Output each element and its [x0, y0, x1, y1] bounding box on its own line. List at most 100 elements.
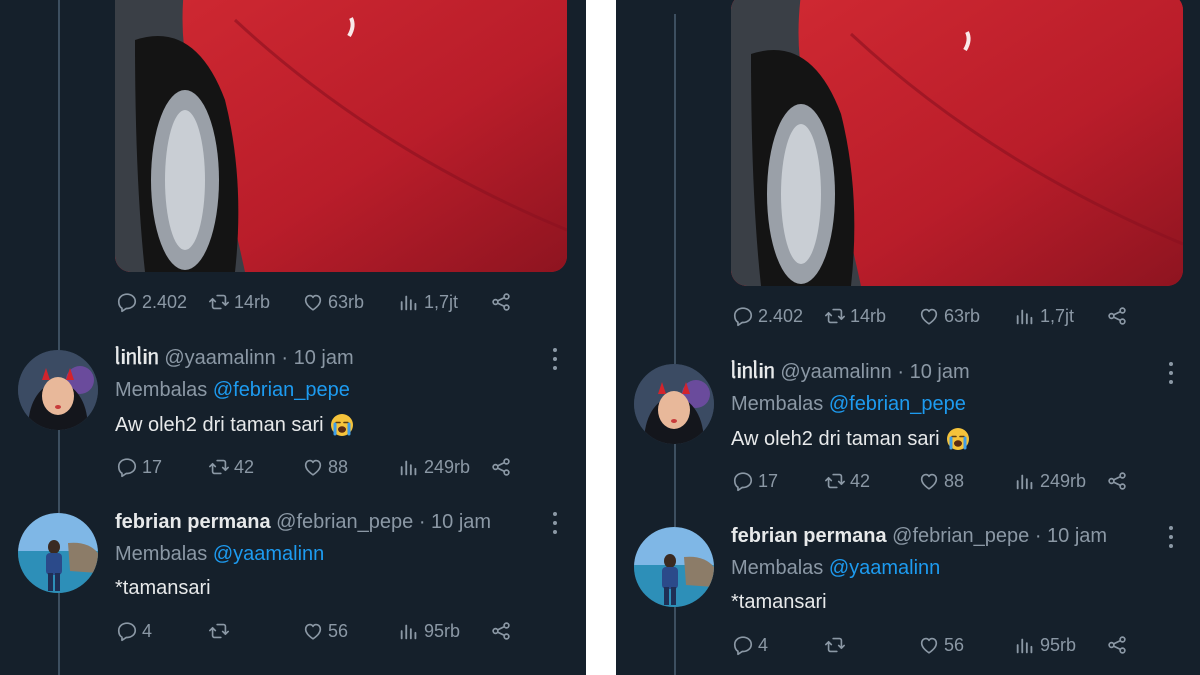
like-count: 56 [328, 620, 349, 641]
views-button[interactable]: 1,7jt [398, 290, 458, 314]
share-button[interactable] [1106, 469, 1128, 493]
views-button[interactable]: 1,7jt [1014, 304, 1074, 328]
views-button[interactable]: 95rb [398, 619, 460, 643]
timestamp[interactable]: 10 jam [1047, 525, 1107, 547]
screenshot-panel-right: 2.402 14rb 63rb 1,7jt ᥣіᥒᥣіᥒ @yaamalinn … [616, 0, 1200, 675]
more-options-button[interactable] [548, 348, 562, 370]
share-button[interactable] [490, 455, 512, 479]
views-button[interactable]: 249rb [1014, 469, 1086, 493]
reply-mention-link[interactable]: @yaamalinn [829, 557, 940, 579]
like-button[interactable]: 88 [302, 455, 348, 479]
handle[interactable]: @yaamalinn [164, 347, 275, 369]
reply-mention-link[interactable]: @febrian_pepe [213, 379, 350, 401]
more-options-button[interactable] [1164, 362, 1178, 384]
timestamp[interactable]: 10 jam [431, 511, 491, 533]
repost-icon [209, 294, 229, 310]
like-button[interactable]: 63rb [302, 290, 364, 314]
reply-mention-link[interactable]: @yaamalinn [213, 543, 324, 565]
more-options-button[interactable] [548, 512, 562, 534]
reply-icon [117, 458, 137, 478]
like-count: 88 [944, 470, 965, 491]
tweet-2-action-bar: 4 56 95rb [732, 633, 1136, 657]
reply-prefix: Membalas [115, 543, 208, 565]
reply-count: 17 [142, 456, 163, 477]
share-icon [1108, 636, 1126, 654]
tweet-1-text: Aw oleh2 dri taman sari [115, 413, 354, 437]
reply-count: 4 [142, 620, 153, 641]
separator-dot: · [1034, 525, 1042, 547]
views-count: 1,7jt [424, 291, 459, 312]
reply-button[interactable]: 2.402 [116, 290, 187, 314]
tweet-text: *tamansari [731, 591, 827, 613]
views-button[interactable]: 95rb [1014, 633, 1076, 657]
reply-button[interactable]: 2.402 [732, 304, 803, 328]
like-button[interactable]: 56 [918, 633, 964, 657]
avatar-febrian-pepe[interactable] [18, 513, 98, 593]
timestamp[interactable]: 10 jam [294, 347, 354, 369]
like-button[interactable]: 88 [918, 469, 964, 493]
more-icon [553, 348, 557, 352]
display-name[interactable]: febrian permana [115, 511, 271, 533]
reply-prefix: Membalas [731, 557, 824, 579]
views-icon [400, 460, 417, 476]
timestamp[interactable]: 10 jam [910, 361, 970, 383]
handle[interactable]: @febrian_pepe [276, 511, 413, 533]
share-button[interactable] [1106, 633, 1128, 657]
post-media-image[interactable] [115, 0, 567, 272]
reply-context: Membalas @yaamalinn [731, 557, 940, 580]
repost-icon [825, 637, 845, 653]
share-icon [492, 458, 510, 476]
display-name[interactable]: ᥣіᥒᥣіᥒ [731, 361, 775, 383]
handle[interactable]: @febrian_pepe [892, 525, 1029, 547]
tweet-text: Aw oleh2 dri taman sari [731, 427, 940, 450]
reply-icon [733, 636, 753, 656]
tweet-text: Aw oleh2 dri taman sari [115, 413, 324, 436]
views-icon [1016, 638, 1033, 654]
separator-dot: · [897, 361, 905, 383]
avatar-yaamalinn[interactable] [634, 364, 714, 444]
like-icon [920, 308, 938, 325]
repost-button[interactable]: 14rb [824, 304, 886, 328]
reply-button[interactable]: 17 [732, 469, 778, 493]
repost-button[interactable] [208, 619, 234, 643]
avatar-yaamalinn[interactable] [18, 350, 98, 430]
reply-context: Membalas @yaamalinn [115, 543, 324, 566]
share-button[interactable] [1106, 304, 1128, 328]
display-name[interactable]: ᥣіᥒᥣіᥒ [115, 347, 159, 369]
repost-icon [209, 623, 229, 639]
like-button[interactable]: 63rb [918, 304, 980, 328]
repost-icon [825, 308, 845, 324]
reply-mention-link[interactable]: @febrian_pepe [829, 393, 966, 415]
handle[interactable]: @yaamalinn [780, 361, 891, 383]
share-button[interactable] [490, 619, 512, 643]
share-icon [1108, 472, 1126, 490]
reply-button[interactable]: 4 [116, 619, 152, 643]
reply-button[interactable]: 17 [116, 455, 162, 479]
crying-face-emoji [946, 428, 969, 450]
repost-button[interactable] [824, 633, 850, 657]
like-button[interactable]: 56 [302, 619, 348, 643]
reply-context: Membalas @febrian_pepe [731, 393, 966, 416]
views-button[interactable]: 249rb [398, 455, 470, 479]
avatar-febrian-pepe[interactable] [634, 527, 714, 607]
repost-button[interactable]: 42 [824, 469, 870, 493]
repost-button[interactable]: 42 [208, 455, 254, 479]
reply-context: Membalas @febrian_pepe [115, 379, 350, 402]
repost-count: 42 [850, 470, 871, 491]
views-icon [400, 624, 417, 640]
display-name[interactable]: febrian permana [731, 525, 887, 547]
repost-count: 14rb [234, 291, 271, 312]
share-icon [492, 293, 510, 311]
repost-count: 14rb [850, 305, 887, 326]
reply-button[interactable]: 4 [732, 633, 768, 657]
repost-button[interactable]: 14rb [208, 290, 270, 314]
views-count: 249rb [1040, 470, 1087, 491]
tweet-1-text: Aw oleh2 dri taman sari [731, 427, 970, 451]
post-media-image[interactable] [731, 0, 1183, 286]
more-options-button[interactable] [1164, 526, 1178, 548]
reply-count: 4 [758, 634, 769, 655]
share-button[interactable] [490, 290, 512, 314]
like-count: 88 [328, 456, 349, 477]
views-count: 95rb [424, 620, 461, 641]
tweet-1-action-bar: 17 42 88 249rb [116, 455, 520, 479]
